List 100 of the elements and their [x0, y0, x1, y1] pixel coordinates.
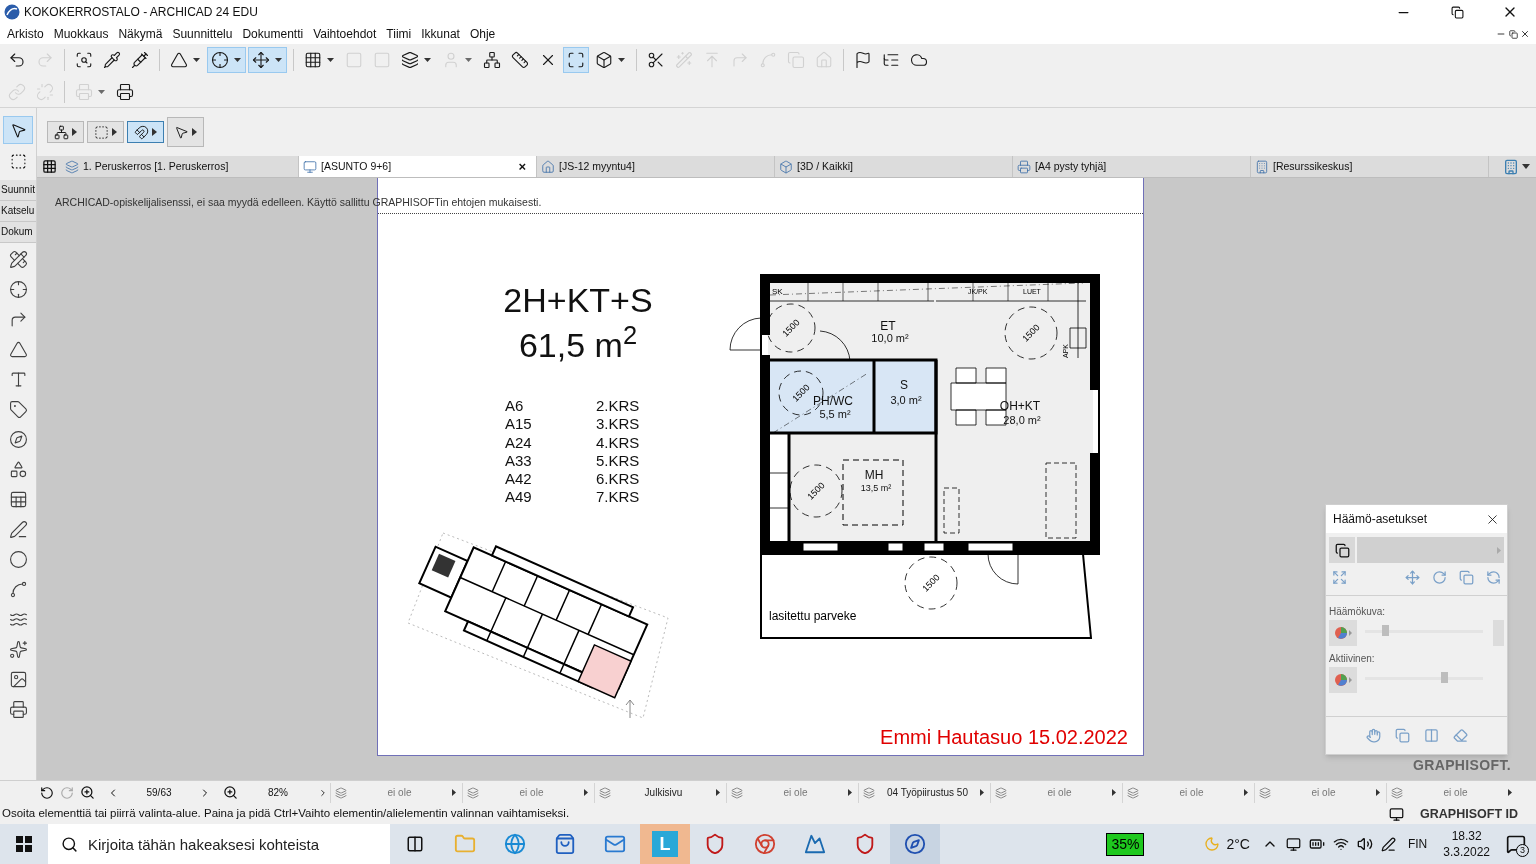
menu-item[interactable]: Arkisto	[2, 25, 49, 43]
apartment-code: A24	[505, 433, 533, 452]
tab-label: [ASUNTO 9+6]	[321, 158, 393, 174]
marquee-icon	[94, 124, 109, 140]
slider-thumb[interactable]	[1382, 625, 1390, 636]
toolbox-button[interactable]	[3, 116, 33, 144]
toolbox-tab[interactable]: Dokum	[0, 222, 36, 243]
grid-icon	[41, 159, 57, 174]
menu-item[interactable]: Vaihtoehdot	[308, 25, 382, 43]
info-box-button[interactable]	[87, 121, 124, 143]
closet-label: SK	[772, 287, 783, 296]
option-icon	[1391, 786, 1403, 799]
taskbar-app-button[interactable]	[890, 824, 940, 864]
quick-option-field[interactable]: ei ole	[990, 782, 1120, 803]
slider-thumb[interactable]	[1441, 672, 1449, 683]
info-box-button[interactable]	[167, 117, 204, 147]
tab-label: [3D / Kaikki]	[797, 158, 855, 174]
window-icon[interactable]	[1389, 806, 1405, 822]
zoom-icon[interactable]	[223, 785, 238, 800]
caret-icon	[1112, 789, 1116, 796]
speaker-icon[interactable]	[1356, 836, 1373, 852]
zoom-in-icon[interactable]	[80, 785, 95, 800]
quick-option-field[interactable]: ei ole	[1254, 782, 1384, 803]
quick-option-field[interactable]: Julkisivu	[594, 782, 724, 803]
caret-icon	[192, 56, 201, 63]
option-icon	[1127, 786, 1139, 799]
task-view-icon	[406, 835, 424, 853]
doc-restore-icon[interactable]	[1509, 29, 1518, 39]
color-dropdown[interactable]	[1329, 620, 1357, 646]
menu-item[interactable]: Näkymä	[113, 25, 168, 43]
pen-icon[interactable]	[1380, 836, 1396, 852]
apartment-area: 61,5 m$^{2}$	[498, 326, 658, 364]
search-field[interactable]: Kirjoita tähän hakeaksesi kohteista	[48, 824, 390, 864]
room-name: S	[900, 378, 908, 392]
photo-icon	[804, 833, 826, 855]
battery-icon[interactable]	[1308, 836, 1325, 852]
view-tab[interactable]: [ASUNTO 9+6] ×	[299, 156, 537, 177]
room-name: PH/WC	[813, 394, 853, 408]
menu-item[interactable]: Ohje	[464, 25, 501, 43]
quick-option-field[interactable]: ei ole	[462, 782, 592, 803]
toolbar-button[interactable]	[248, 46, 287, 73]
room-area: 28,0 m²	[1003, 414, 1041, 426]
windows-logo-icon	[16, 836, 32, 852]
canvas-logo: GRAPHISOFT.	[1413, 756, 1511, 775]
quick-option-field[interactable]: ei ole	[330, 782, 460, 803]
quick-option-field[interactable]: ei ole	[1386, 782, 1516, 803]
quick-option-field[interactable]: ei ole	[1122, 782, 1252, 803]
hotspot-icon	[8, 640, 28, 659]
marquee-icon	[9, 152, 27, 170]
doc-close-icon[interactable]	[1520, 29, 1530, 39]
restore-icon[interactable]	[1451, 5, 1464, 19]
caret-icon	[423, 56, 432, 63]
language-indicator[interactable]: FIN	[1407, 835, 1428, 853]
caret-icon	[1522, 164, 1530, 169]
option-icon	[599, 786, 611, 799]
toolbox-tab[interactable]: Suunnit	[0, 180, 36, 201]
tab-label: [Resurssikeskus]	[1273, 158, 1354, 174]
info-box-button[interactable]	[47, 121, 84, 143]
status-message: Osoita elementtiä tai piirrä valinta-alue. Paina ja pidä Ctrl+Vaihto elementin/alielementin valinnan vaihtamiseksi.	[2, 806, 571, 822]
quick-option-field[interactable]: 04 Työpiirustus 50	[858, 782, 988, 803]
drawing-icon	[8, 700, 28, 719]
menu-item[interactable]: Suunnittelu	[167, 25, 238, 43]
layer-button[interactable]	[1329, 537, 1355, 563]
globe-icon	[504, 833, 526, 855]
tab-close-button[interactable]: ×	[518, 156, 532, 177]
quick-option-field[interactable]: ei ole	[726, 782, 856, 803]
caret-icon	[848, 789, 852, 796]
caret-icon	[318, 787, 328, 798]
layout-icon	[303, 159, 317, 174]
apartment-floor: 3.KRS	[596, 415, 641, 434]
app-logo-icon	[4, 4, 20, 20]
color-dropdown[interactable]	[1329, 667, 1357, 693]
monitor-icon[interactable]	[1285, 836, 1301, 852]
wifi-icon[interactable]	[1332, 836, 1349, 852]
menu-item[interactable]: Dokumentti	[237, 25, 309, 43]
caret-icon	[464, 56, 473, 63]
menu-item[interactable]: Ikkunat	[416, 25, 465, 43]
graphisoft-id-button[interactable]: GRAPHISOFT ID	[1420, 804, 1518, 824]
building-icon	[1503, 158, 1519, 175]
option-icon	[863, 786, 875, 799]
folder-icon	[454, 833, 476, 855]
page-number: 59/63	[145, 786, 173, 800]
picture-icon	[8, 670, 28, 689]
menu-item[interactable]: Muokkaus	[48, 25, 114, 43]
line-icon	[8, 520, 28, 539]
hatch-icon	[8, 490, 28, 509]
menu-item[interactable]: Tiimi	[381, 25, 417, 43]
clock[interactable]: 18.32 3.3.2022	[1443, 828, 1490, 860]
caret-icon	[233, 56, 242, 63]
floor-plan-icon	[65, 159, 79, 174]
label-icon	[8, 400, 28, 419]
bag-icon	[554, 833, 576, 855]
caret-icon	[72, 128, 77, 136]
toolbar-button[interactable]	[207, 46, 246, 73]
dimension-icon	[8, 250, 28, 269]
room-area: 13,5 m²	[860, 483, 892, 493]
caret-icon	[192, 128, 197, 136]
undo-view-icon[interactable]	[40, 785, 54, 800]
toolbox-tab[interactable]: Katselu	[0, 201, 36, 222]
info-box-button[interactable]	[127, 121, 164, 143]
